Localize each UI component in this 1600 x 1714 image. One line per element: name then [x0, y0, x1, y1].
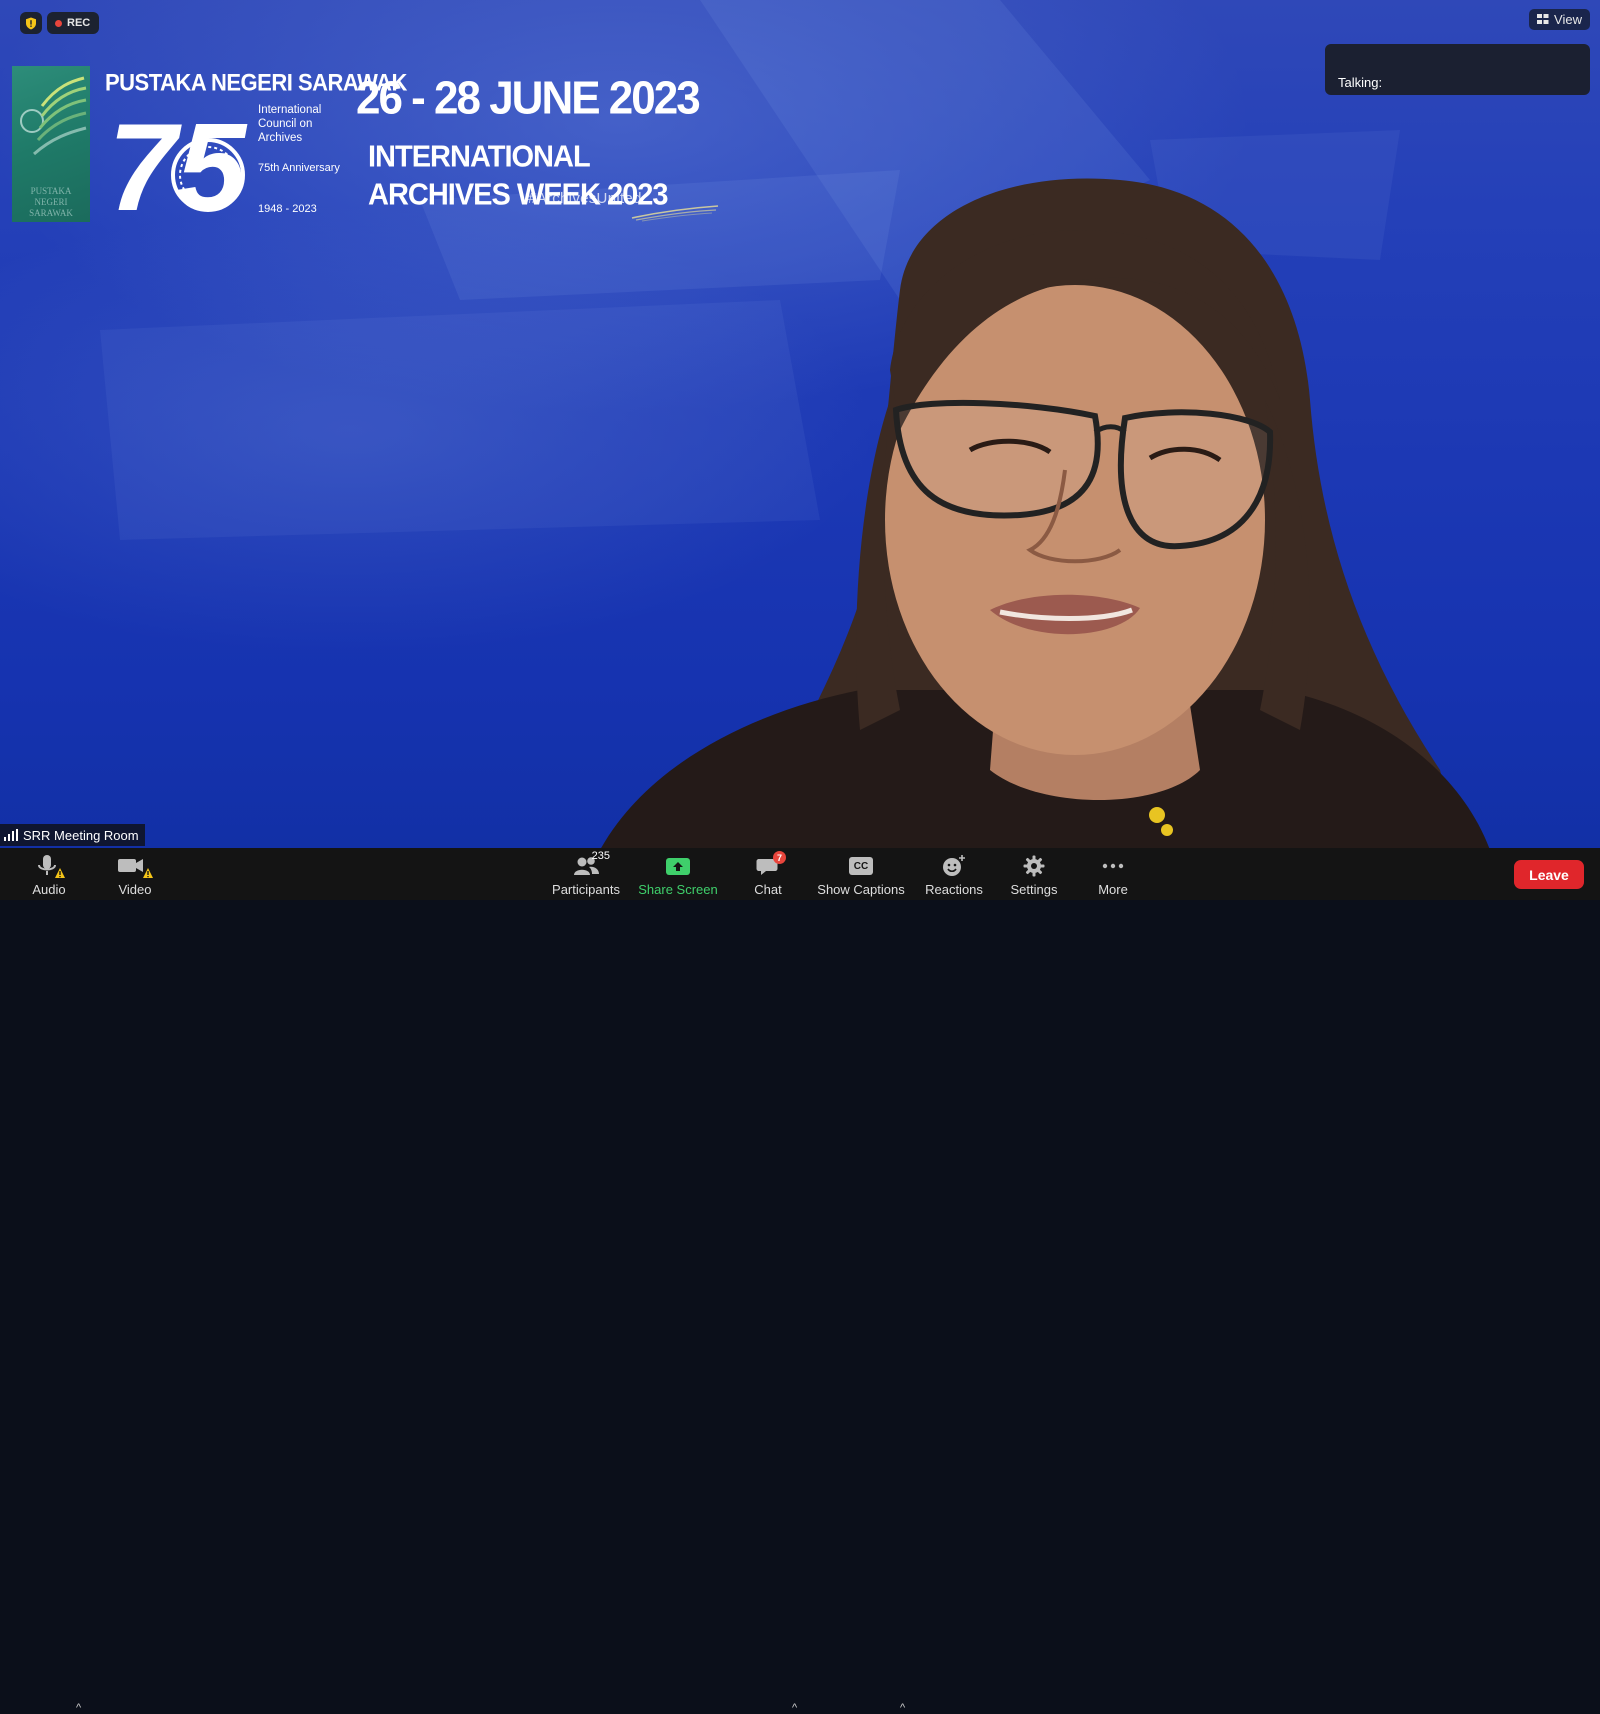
pustaka-logo-graphic: PUSTAKA NEGERI SARAWAK: [20, 76, 87, 218]
chat-options-caret[interactable]: ^: [792, 1702, 797, 1714]
audio-options-caret[interactable]: ^: [76, 1702, 81, 1714]
talking-label: Talking:: [1338, 75, 1383, 90]
audio-label: Audio: [32, 882, 66, 897]
chat-unread-badge: 7: [773, 851, 786, 864]
ellipsis-icon: [1102, 863, 1124, 869]
ica-line: International Council on Archives: [258, 104, 322, 144]
share-screen-label: Share Screen: [638, 882, 718, 897]
view-button[interactable]: View: [1529, 9, 1590, 30]
microphone-icon: [38, 855, 65, 878]
participant-name: SRR Meeting Room: [23, 827, 139, 843]
gear-icon: [1023, 855, 1045, 877]
chat-button[interactable]: 7 Chat: [748, 848, 788, 900]
participants-button[interactable]: 235 Participants: [550, 848, 622, 900]
reactions-button[interactable]: Reactions: [924, 848, 984, 900]
share-screen-button[interactable]: Share Screen: [638, 848, 718, 900]
more-button[interactable]: More: [1092, 848, 1134, 900]
anniversary-line: 75th Anniversary: [258, 162, 340, 174]
years-line: 1948 - 2023: [258, 203, 317, 215]
chat-label: Chat: [754, 882, 782, 897]
anniversary-75-graphic: 75: [108, 100, 248, 222]
leave-button[interactable]: Leave: [1514, 860, 1584, 889]
view-label: View: [1554, 12, 1582, 27]
participant-name-tag: SRR Meeting Room: [0, 824, 145, 846]
shield-icon: [26, 17, 36, 29]
video-label: Video: [118, 882, 152, 897]
participant-video: [601, 178, 1490, 848]
video-stage: REC View Talking: PUSTAKA NEGERI SARAWAK…: [0, 0, 1600, 848]
pustaka-logo: PUSTAKA NEGERI SARAWAK: [12, 66, 90, 222]
participants-label: Participants: [552, 882, 620, 897]
closed-captions-icon: CC: [849, 857, 873, 875]
more-label: More: [1098, 882, 1128, 897]
captions-options-caret[interactable]: ^: [900, 1702, 905, 1714]
security-shield[interactable]: [20, 12, 42, 34]
talking-indicator: Talking:: [1325, 44, 1590, 95]
video-button[interactable]: Video: [112, 848, 158, 900]
grid-view-icon: [1537, 14, 1549, 24]
settings-label: Settings: [1010, 882, 1058, 897]
meeting-toolbar: Audio ^ Video 235 Participants Share Scr…: [0, 848, 1600, 1714]
show-captions-button[interactable]: CC Show Captions: [817, 848, 905, 900]
record-dot-icon: [55, 19, 62, 27]
show-captions-label: Show Captions: [817, 882, 905, 897]
smiley-icon: [943, 855, 965, 876]
participants-count: 235: [591, 850, 610, 862]
svg-text:PUSTAKA: PUSTAKA: [31, 186, 72, 196]
svg-text:NEGERI: NEGERI: [35, 197, 68, 207]
share-screen-icon: [666, 858, 690, 875]
audio-button[interactable]: Audio: [26, 848, 72, 900]
recording-indicator[interactable]: REC: [47, 12, 100, 34]
captions-icon-text: CC: [853, 860, 869, 872]
recording-label: REC: [67, 17, 91, 29]
svg-text:SARAWAK: SARAWAK: [29, 208, 73, 218]
event-dates: 26 - 28 JUNE 2023: [356, 72, 701, 125]
reactions-label: Reactions: [925, 882, 983, 897]
signal-bars-icon: [4, 829, 18, 841]
settings-button[interactable]: Settings: [1006, 848, 1062, 900]
camera-icon: [118, 859, 153, 878]
